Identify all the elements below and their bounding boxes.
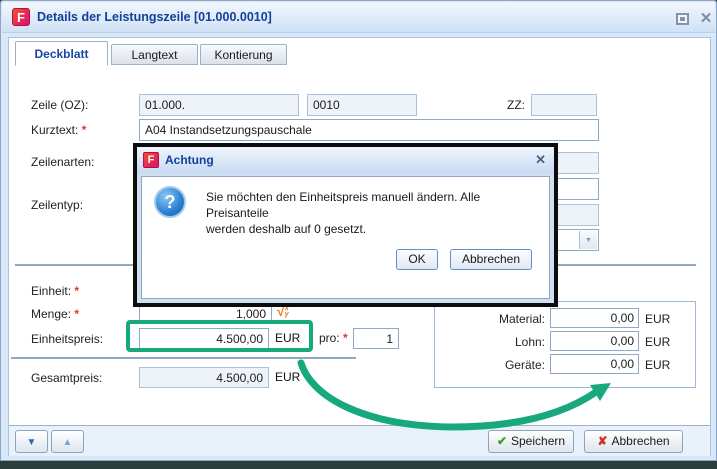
tab-langtext[interactable]: Langtext bbox=[111, 44, 198, 65]
einheitspreis-label: Einheitspreis: bbox=[31, 332, 103, 346]
modal-title: Achtung bbox=[165, 153, 214, 167]
material-currency: EUR bbox=[645, 312, 670, 326]
close-icon[interactable]: ✕ bbox=[698, 9, 714, 27]
screen: F Details der Leistungszeile [01.000.001… bbox=[0, 0, 717, 469]
move-up-button[interactable]: ▲ bbox=[51, 430, 84, 453]
gesamtpreis-field: 4.500,00 bbox=[139, 367, 269, 388]
einheit-label: Einheit: * bbox=[31, 284, 79, 298]
gesamtpreis-divider bbox=[11, 357, 356, 359]
cross-icon: ✘ bbox=[597, 434, 607, 448]
modal-title-bar: F Achtung ✕ bbox=[137, 147, 554, 174]
cancel-button-label: Abbrechen bbox=[612, 434, 670, 448]
move-down-button[interactable]: ▼ bbox=[15, 430, 48, 453]
gesamtpreis-currency: EUR bbox=[275, 370, 300, 384]
required-asterisk: * bbox=[343, 331, 348, 345]
save-button-label: Speichern bbox=[511, 434, 565, 448]
save-button[interactable]: ✔ Speichern bbox=[488, 430, 574, 453]
modal-body: ? Sie möchten den Einheitspreis manuell … bbox=[141, 176, 550, 299]
zz-label: ZZ: bbox=[507, 98, 525, 112]
title-bar: F Details der Leistungszeile [01.000.001… bbox=[2, 2, 715, 33]
zeilenarten-label: Zeilenarten: bbox=[31, 155, 94, 169]
modal-cancel-button[interactable]: Abbrechen bbox=[450, 249, 532, 270]
footer-bar: ▼ ▲ ✔ Speichern ✘ Abbrechen bbox=[9, 425, 710, 456]
material-input[interactable]: 0,00 bbox=[550, 308, 639, 328]
lohn-label: Lohn: bbox=[435, 335, 545, 349]
cancel-button[interactable]: ✘ Abbrechen bbox=[584, 430, 683, 453]
tab-deckblatt[interactable]: Deckblatt bbox=[15, 41, 108, 66]
kurztext-input[interactable]: A04 Instandsetzungspauschale bbox=[139, 119, 599, 141]
maximize-icon[interactable] bbox=[676, 13, 689, 25]
pro-label: pro: * bbox=[319, 331, 348, 345]
modal-ok-button[interactable]: OK bbox=[396, 249, 438, 270]
maximize-icon-inner bbox=[680, 17, 685, 21]
required-asterisk: * bbox=[82, 123, 87, 137]
geraete-label: Geräte: bbox=[435, 358, 545, 372]
modal-message: Sie möchten den Einheitspreis manuell än… bbox=[206, 189, 546, 237]
question-icon: ? bbox=[154, 186, 186, 218]
geraete-input[interactable]: 0,00 bbox=[550, 354, 639, 374]
kurztext-label: Kurztext: * bbox=[31, 123, 86, 137]
required-asterisk: * bbox=[74, 307, 79, 321]
lohn-currency: EUR bbox=[645, 335, 670, 349]
material-label: Material: bbox=[435, 312, 545, 326]
desktop-background-strip bbox=[0, 461, 717, 469]
achtung-modal: F Achtung ✕ ? Sie möchten den Einheitspr… bbox=[133, 143, 558, 307]
formula-y: y bbox=[285, 311, 289, 318]
zeile-oz-field-2: 0010 bbox=[307, 94, 417, 116]
down-arrow-icon: ▼ bbox=[27, 437, 37, 448]
chevron-down-icon[interactable]: ▼ bbox=[579, 231, 597, 249]
up-arrow-icon: ▲ bbox=[63, 437, 73, 448]
required-asterisk: * bbox=[74, 284, 79, 298]
highlight-rectangle bbox=[126, 320, 313, 352]
geraete-currency: EUR bbox=[645, 358, 670, 372]
modal-close-icon[interactable]: ✕ bbox=[535, 152, 546, 168]
zeile-oz-field-1: 01.000. bbox=[139, 94, 299, 116]
zeile-oz-label: Zeile (OZ): bbox=[31, 98, 88, 112]
app-logo-icon: F bbox=[12, 8, 30, 26]
check-icon: ✔ bbox=[497, 434, 507, 448]
menge-label: Menge: * bbox=[31, 307, 79, 321]
pro-label-text: pro: bbox=[319, 331, 340, 345]
tab-kontierung[interactable]: Kontierung bbox=[200, 44, 287, 65]
modal-app-logo-icon: F bbox=[143, 152, 159, 168]
gesamtpreis-label: Gesamtpreis: bbox=[31, 371, 102, 385]
zz-field bbox=[531, 94, 597, 116]
window-title: Details der Leistungszeile [01.000.0010] bbox=[37, 10, 272, 24]
zeilentyp-label: Zeilentyp: bbox=[31, 198, 83, 212]
lohn-input[interactable]: 0,00 bbox=[550, 331, 639, 351]
kurztext-label-text: Kurztext: bbox=[31, 123, 78, 137]
price-parts-panel: Material: 0,00 EUR Lohn: 0,00 EUR Geräte… bbox=[434, 301, 696, 388]
modal-message-line-2: werden deshalb auf 0 gesetzt. bbox=[206, 221, 546, 237]
einheit-label-text: Einheit: bbox=[31, 284, 71, 298]
menge-label-text: Menge: bbox=[31, 307, 71, 321]
modal-message-line-1: Sie möchten den Einheitspreis manuell än… bbox=[206, 189, 546, 221]
pro-input[interactable]: 1 bbox=[353, 328, 399, 349]
